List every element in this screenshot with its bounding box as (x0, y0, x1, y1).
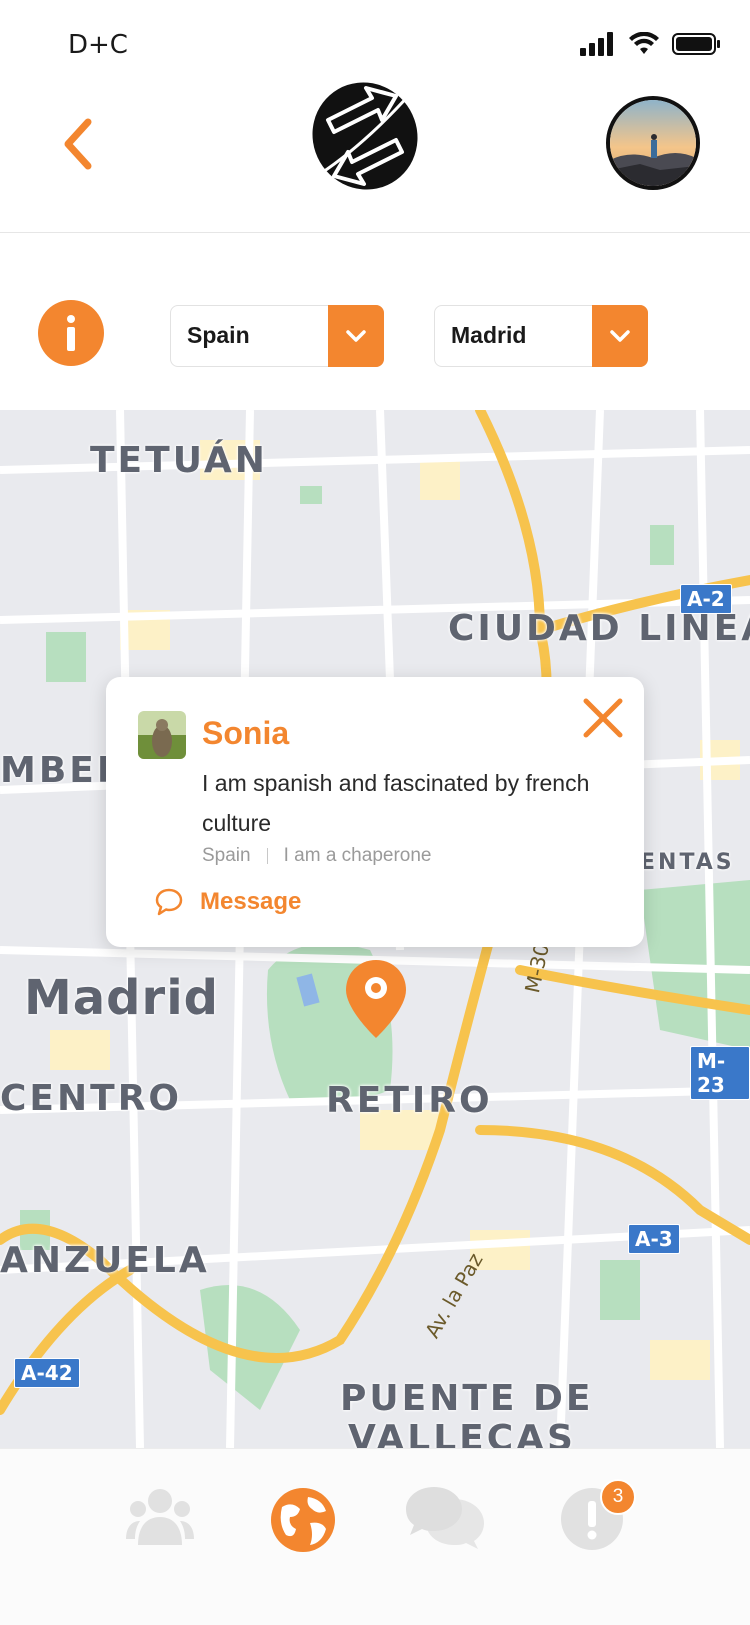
city-select-value: Madrid (451, 322, 527, 348)
road-badge: A-42 (14, 1358, 80, 1388)
road-badge: M-23 (690, 1046, 750, 1100)
chevron-left-icon[interactable] (58, 114, 98, 174)
battery-icon (672, 33, 720, 55)
road-badge: A-3 (628, 1224, 680, 1254)
user-bio: I am spanish and fascinated by french cu… (202, 770, 590, 836)
map-label: Madrid (24, 970, 219, 1026)
chat-icon[interactable] (404, 1485, 490, 1549)
map-label: CENTRO (0, 1078, 183, 1119)
country-select-value: Spain (187, 322, 250, 348)
map-label: CIUDAD LINEAL (448, 608, 750, 649)
header (0, 60, 750, 233)
globe-icon[interactable] (270, 1487, 336, 1553)
notification-badge: 3 (600, 1479, 636, 1515)
message-label: Message (200, 888, 302, 915)
user-name: Sonia (202, 715, 290, 751)
divider (266, 848, 268, 864)
avatar[interactable] (606, 96, 700, 190)
close-icon[interactable] (580, 695, 626, 741)
map-label: ENTAS (640, 850, 735, 875)
user-card: Sonia I am spanish and fascinated by fre… (106, 677, 644, 947)
user-role: I am a chaperone (283, 845, 432, 866)
status-icons (580, 32, 722, 56)
signal-icon (580, 32, 613, 56)
chevron-down-icon[interactable] (592, 305, 648, 367)
carrier-label: D+C (68, 30, 128, 60)
chat-bubble-icon (155, 888, 183, 916)
filters-bar: Spain Madrid (0, 300, 750, 370)
map-label: RETIRO (326, 1080, 493, 1121)
location-pin-icon[interactable] (344, 958, 408, 1040)
road-badge: A-2 (680, 584, 732, 614)
map-label: VALLECAS (348, 1418, 576, 1448)
wifi-icon (629, 32, 659, 54)
map-label: PUENTE DE (340, 1378, 594, 1419)
users-icon[interactable] (126, 1485, 194, 1549)
map-label: TETUÁN (90, 440, 268, 481)
country-select[interactable]: Spain (170, 305, 384, 367)
chevron-down-icon[interactable] (328, 305, 384, 367)
city-select[interactable]: Madrid (434, 305, 648, 367)
user-meta: Spain I am a chaperone (202, 845, 431, 867)
tab-bar: 3 (0, 1448, 750, 1625)
user-country: Spain (202, 845, 251, 866)
avatar-image (610, 100, 696, 186)
user-thumbnail (138, 711, 186, 759)
info-icon (67, 315, 75, 351)
app-logo (312, 82, 418, 190)
message-button[interactable]: Message (154, 887, 301, 917)
map-label: ANZUELA (0, 1240, 210, 1281)
info-button[interactable] (38, 300, 104, 366)
